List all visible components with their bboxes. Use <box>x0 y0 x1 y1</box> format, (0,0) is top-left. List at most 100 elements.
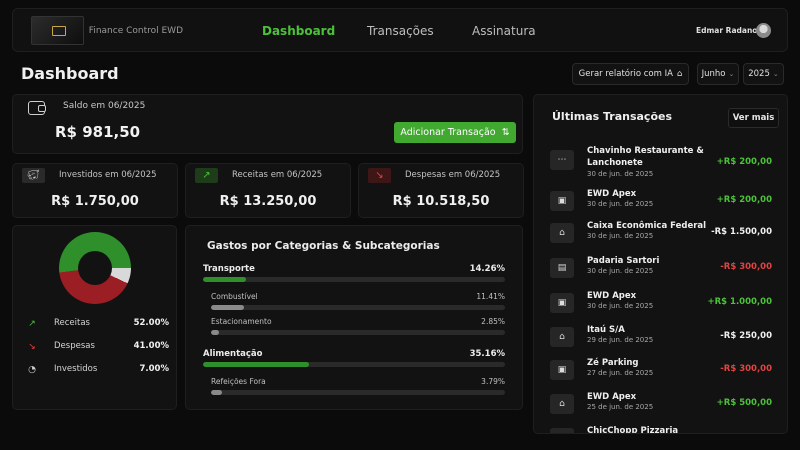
transaction-date: 25 de jun. de 2025 <box>587 403 654 411</box>
transaction-row[interactable]: ⌂ Caixa Econômica Federal 30 de jun. de 20… <box>550 220 772 248</box>
invested-card: 🐖︎ Investidos em 06/2025 R$ 1.750,00 <box>12 163 178 218</box>
subcategory-pct: 2.85% <box>481 317 505 326</box>
transaction-amount: -R$ 250,00 <box>720 331 772 341</box>
logo-image <box>31 16 84 45</box>
legend-value: 7.00% <box>139 364 170 374</box>
expenses-label: Despesas em 06/2025 <box>405 170 501 180</box>
transaction-amount: +R$ 200,00 <box>716 157 772 167</box>
category-pct: 14.26% <box>469 264 505 274</box>
top-bar: Finance Control EWD Dashboard Transações… <box>12 8 788 52</box>
categories-card: Gastos por Categorias & Subcategorias Tr… <box>185 225 523 410</box>
legend-value: 52.00% <box>133 318 169 328</box>
income-value: R$ 13.250,00 <box>219 194 317 209</box>
subcategory-bar <box>211 305 505 310</box>
bank-icon: ⌂ <box>550 223 574 243</box>
category-row: Alimentação 35.16% <box>203 349 505 367</box>
balance-label: Saldo em 06/2025 <box>63 101 146 111</box>
category-bar <box>203 277 505 282</box>
subcategory-bar-fill <box>211 330 220 335</box>
subcategory-bar <box>211 390 505 395</box>
transaction-amount: -R$ 1.500,00 <box>711 227 772 237</box>
subcategory-pct: 11.41% <box>476 292 505 301</box>
category-bar-fill <box>203 277 246 282</box>
transaction-name: EWD Apex <box>587 189 637 199</box>
transaction-date: 27 de jun. de 2025 <box>587 369 654 377</box>
month-value: Junho <box>701 69 726 79</box>
transaction-amount: +R$ 200,00 <box>716 195 772 205</box>
income-card: ↗ Receitas em 06/2025 R$ 13.250,00 <box>185 163 351 218</box>
trending-up-icon: ↗ <box>28 318 36 329</box>
cash-icon: ▣ <box>550 293 574 313</box>
add-transaction-label: Adicionar Transação <box>400 127 496 138</box>
subcategory-name: Estacionamento <box>211 317 272 326</box>
year-select[interactable]: 2025 ⌄ <box>743 63 784 85</box>
month-select[interactable]: Junho ⌄ <box>697 63 739 85</box>
transaction-name: Caixa Econômica Federal <box>587 221 707 231</box>
transaction-amount: -R$ 300,00 <box>720 364 772 374</box>
transaction-amount: -R$ 300,00 <box>720 262 772 272</box>
app-logo[interactable]: Finance Control EWD <box>31 16 183 45</box>
subcategory-pct: 3.79% <box>481 377 505 386</box>
see-more-button[interactable]: Ver mais <box>728 108 779 128</box>
transaction-row[interactable]: ⌂ EWD Apex 25 de jun. de 2025 +R$ 500,00 <box>550 391 772 419</box>
transaction-name: Itaú S/A <box>587 325 625 335</box>
category-pct: 35.16% <box>469 349 505 359</box>
trending-down-icon: ↘ <box>28 341 36 352</box>
legend-label: Receitas <box>54 318 90 328</box>
transaction-row[interactable]: ▣ EWD Apex 30 de jun. de 2025 +R$ 200,00 <box>550 188 772 216</box>
nav-transacoes[interactable]: Transações <box>367 24 434 38</box>
distribution-donut-chart <box>59 232 131 304</box>
subcategory-name: Refeições Fora <box>211 377 266 386</box>
transaction-row[interactable]: ▣ EWD Apex 30 de jun. de 2025 +R$ 1.000,00 <box>550 290 772 318</box>
bank-icon: ⌂ <box>550 394 574 414</box>
balance-value: R$ 981,50 <box>55 123 141 141</box>
transaction-date: 30 de jun. de 2025 <box>587 232 654 240</box>
transaction-name: EWD Apex <box>587 392 637 402</box>
expenses-card: ↘ Despesas em 06/2025 R$ 10.518,50 <box>358 163 524 218</box>
transaction-name: Zé Parking <box>587 358 639 368</box>
legend-investidos: ◔ Investidos 7.00% <box>24 362 169 378</box>
avatar[interactable] <box>756 23 771 38</box>
invested-label: Investidos em 06/2025 <box>59 170 157 180</box>
transaction-row[interactable]: ▤ Padaria Sartori 30 de jun. de 2025 -R$ 30… <box>550 255 772 283</box>
subcategory-row: Estacionamento 2.85% <box>211 317 505 335</box>
generate-report-button[interactable]: Gerar relatório com IA ⌂ <box>572 63 689 85</box>
transaction-date: 30 de jun. de 2025 <box>587 200 654 208</box>
category-row: Transporte 14.26% <box>203 264 505 282</box>
nav-dashboard[interactable]: Dashboard <box>262 24 335 38</box>
transactions-card: Últimas Transações Ver mais ⋯ Chavinho Re… <box>533 94 788 434</box>
wallet-icon: ▤ <box>550 258 574 278</box>
transaction-row[interactable]: ▣ Zé Parking 27 de jun. de 2025 -R$ 300,00 <box>550 357 772 385</box>
transaction-row[interactable]: ⋯ Chavinho Restaurante & Lanchonete 30 de … <box>550 145 772 178</box>
income-label: Receitas em 06/2025 <box>232 170 323 180</box>
transaction-date: 30 de jun. de 2025 <box>587 170 654 178</box>
transaction-date: 30 de jun. de 2025 <box>587 267 654 275</box>
subcategory-name: Combustível <box>211 292 258 301</box>
category-bar <box>203 362 505 367</box>
robot-icon: ⌂ <box>676 69 683 79</box>
transaction-date: 29 de jun. de 2025 <box>587 336 654 344</box>
add-transaction-button[interactable]: Adicionar Transação ⇅ <box>394 122 516 143</box>
invested-value: R$ 1.750,00 <box>51 194 139 209</box>
distribution-card: ↗ Receitas 52.00% ↘ Despesas 41.00% ◔ In… <box>12 225 177 410</box>
transaction-row[interactable]: ⌂ Itaú S/A 29 de jun. de 2025 -R$ 250,00 <box>550 324 772 352</box>
transaction-name: ChicChopp Pizzaria <box>587 426 679 434</box>
piggy-bank-icon: ◔ <box>28 364 36 375</box>
legend-value: 41.00% <box>133 341 169 351</box>
cash-icon: ▣ <box>550 191 574 211</box>
legend-receitas: ↗ Receitas 52.00% <box>24 316 169 332</box>
expenses-value: R$ 10.518,50 <box>392 194 490 209</box>
year-value: 2025 <box>748 69 770 79</box>
transaction-row[interactable]: ▣ ChicChopp Pizzaria <box>550 425 772 434</box>
transaction-name: Padaria Sartori <box>587 256 660 266</box>
arrows-icon: ⇅ <box>501 127 510 138</box>
subcategory-bar <box>211 330 505 335</box>
nav-assinatura[interactable]: Assinatura <box>472 24 536 38</box>
legend-despesas: ↘ Despesas 41.00% <box>24 339 169 355</box>
subcategory-row: Refeições Fora 3.79% <box>211 377 505 395</box>
piggy-bank-icon: 🐖︎ <box>22 168 45 183</box>
category-bar-fill <box>203 362 309 367</box>
legend-label: Investidos <box>54 364 98 374</box>
transaction-name: Chavinho Restaurante & Lanchonete <box>587 146 704 168</box>
transaction-amount: +R$ 1.000,00 <box>707 297 773 307</box>
